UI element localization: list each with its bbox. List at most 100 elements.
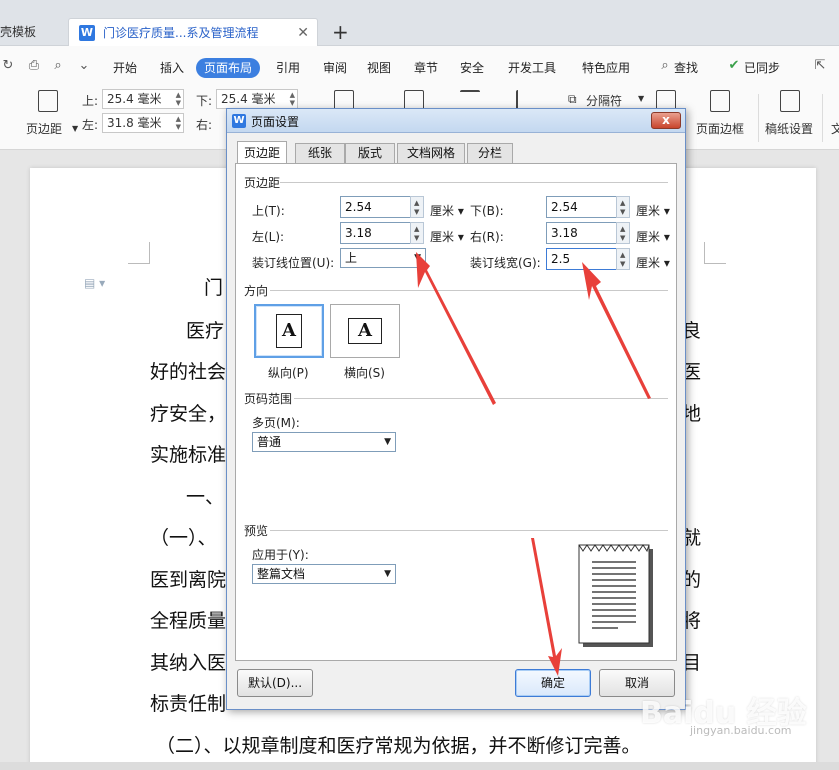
spinner-icon[interactable]: ▲ ▼ <box>176 91 181 107</box>
draft-paper-icon[interactable] <box>780 90 800 112</box>
menu-bar: ↻ ⎙ ⌕ ⌄ 开始 插入 页面布局 引用 审阅 视图 章节 安全 开发工具 特… <box>0 46 839 86</box>
tab-paper[interactable]: 纸张 <box>295 143 345 163</box>
search-button[interactable]: 查找 <box>674 58 698 78</box>
print-preview-icon[interactable]: ⌕ <box>50 58 66 74</box>
ribbon-more-label[interactable]: 文 <box>831 120 839 137</box>
menu-item-insert[interactable]: 插入 <box>160 58 184 78</box>
dialog-title: 页面设置 <box>251 115 300 129</box>
share-icon[interactable]: ⇱ <box>812 58 828 74</box>
doc-line-left: （一）、 <box>150 527 217 549</box>
tab-layout[interactable]: 版式 <box>345 143 395 163</box>
ribbon-bottom-label: 下: <box>196 94 213 108</box>
page-border-button[interactable]: 页面边框 <box>696 120 744 137</box>
ribbon-bottom-value: 25.4 毫米 <box>221 92 276 106</box>
menu-item-page-layout[interactable]: 页面布局 <box>196 58 261 78</box>
portrait-button[interactable]: A <box>254 304 324 358</box>
tab-margins[interactable]: 页边距 <box>237 141 287 164</box>
separator-icon: ⧉ <box>568 92 577 106</box>
top-margin-label: 上(T): <box>252 204 285 218</box>
print-icon[interactable]: ⎙ <box>26 58 42 74</box>
menu-item-special-apps[interactable]: 特色应用 <box>582 58 630 78</box>
landscape-button[interactable]: A <box>330 304 400 358</box>
ribbon-top-label: 上: <box>82 94 99 108</box>
gutter-position-select[interactable]: 上 ▼ <box>340 248 426 268</box>
unit-label[interactable]: 厘米 ▾ <box>636 202 670 219</box>
doc-line-left: 医疗 <box>186 320 225 342</box>
pages-section-title: 页码范围 <box>244 392 293 406</box>
menu-item-chapter[interactable]: 章节 <box>414 58 438 78</box>
menu-item-view[interactable]: 视图 <box>367 58 391 78</box>
ribbon-left-margin-input[interactable]: 31.8 毫米 ▲ ▼ <box>102 113 184 133</box>
doc-line-last: （二）、以规章制度和医疗常规为依据，并不断修订完善。 <box>156 735 641 757</box>
tab-document[interactable]: W 门诊医疗质量...系及管理流程 ✕ <box>68 18 318 46</box>
search-icon[interactable]: ⌕ <box>657 58 673 74</box>
menu-item-review[interactable]: 审阅 <box>323 58 347 78</box>
draft-settings-button[interactable]: 稿纸设置 <box>765 120 813 137</box>
tab-template-label: 壳模板 <box>0 25 37 39</box>
new-tab-button[interactable]: + <box>332 18 349 46</box>
spinner-icon[interactable]: ▲ ▼ <box>616 222 630 244</box>
ribbon-divider <box>758 94 759 142</box>
page-border-icon[interactable] <box>710 90 730 112</box>
bottom-margin-label: 下(B): <box>470 204 504 218</box>
paragraph-icon[interactable]: ▤ ▾ <box>84 276 105 290</box>
multiple-pages-label: 多页(M): <box>252 416 300 430</box>
ok-button[interactable]: 确定 <box>515 669 591 697</box>
unit-text: 厘米 <box>636 230 661 244</box>
spinner-icon[interactable]: ▲ ▼ <box>616 196 630 218</box>
section-divider <box>294 398 668 399</box>
portrait-label[interactable]: 纵向(P) <box>268 364 309 381</box>
ribbon-right-label: 右: <box>196 118 213 132</box>
unit-label[interactable]: 厘米 ▾ <box>636 254 670 271</box>
spinner-icon[interactable]: ▲ ▼ <box>176 115 181 131</box>
default-button[interactable]: 默认(D)... <box>237 669 313 697</box>
tab-document-grid[interactable]: 文档网格 <box>397 143 465 163</box>
gutter-width-label: 装订线宽(G): <box>470 256 541 270</box>
tab-columns[interactable]: 分栏 <box>467 143 513 163</box>
ribbon-bottom-margin-input[interactable]: 25.4 毫米 ▲ ▼ <box>216 89 298 109</box>
chevron-down-icon[interactable]: ▼ <box>72 124 78 133</box>
separator-button[interactable]: 分隔符 <box>586 92 622 109</box>
margins-icon[interactable] <box>38 90 58 112</box>
landscape-label[interactable]: 横向(S) <box>344 364 385 381</box>
menu-item-home[interactable]: 开始 <box>113 58 137 78</box>
chevron-down-icon[interactable]: ⌄ <box>76 58 92 74</box>
menu-item-security[interactable]: 安全 <box>460 58 484 78</box>
multiple-pages-value: 普通 <box>257 435 282 449</box>
close-icon[interactable]: x <box>651 112 681 129</box>
doc-line-left: 疗安全， <box>150 403 227 425</box>
wps-writer-icon: W <box>79 25 95 41</box>
section-divider <box>270 290 668 291</box>
ribbon-top-margin-input[interactable]: 25.4 毫米 ▲ ▼ <box>102 89 184 109</box>
spinner-icon[interactable]: ▲ ▼ <box>616 248 630 270</box>
unit-label[interactable]: 厘米 ▾ <box>636 228 670 245</box>
multiple-pages-select[interactable]: 普通 ▼ <box>252 432 396 452</box>
doc-line-left: 其纳入医 <box>150 652 227 674</box>
crop-mark <box>128 242 150 264</box>
close-icon[interactable]: ✕ <box>297 19 309 47</box>
doc-line-left: 全程质量 <box>150 610 227 632</box>
spinner-icon[interactable]: ▲ ▼ <box>410 196 424 218</box>
sync-status[interactable]: 已同步 <box>744 58 780 78</box>
unit-text: 厘米 <box>430 204 455 218</box>
chevron-down-icon[interactable]: ▼ <box>638 94 644 103</box>
spinner-icon[interactable]: ▲ ▼ <box>410 222 424 244</box>
menu-item-developer[interactable]: 开发工具 <box>508 58 556 78</box>
menu-item-references[interactable]: 引用 <box>276 58 300 78</box>
wps-writer-icon: W <box>232 114 246 128</box>
unit-label[interactable]: 厘米 ▾ <box>430 202 464 219</box>
section-divider <box>270 530 668 531</box>
apply-to-select[interactable]: 整篇文档 ▼ <box>252 564 396 584</box>
unit-label[interactable]: 厘米 ▾ <box>430 228 464 245</box>
sync-icon: ✔ <box>728 58 740 73</box>
baidu-watermark-url: jingyan.baidu.com <box>690 724 792 737</box>
unit-text: 厘米 <box>636 256 661 270</box>
dialog-titlebar[interactable]: W 页面设置 x <box>227 109 685 133</box>
redo-icon[interactable]: ↻ <box>0 58 16 74</box>
tab-template[interactable]: 壳模板 <box>0 18 66 46</box>
page-preview <box>578 544 653 647</box>
spinner-icon[interactable]: ▲ ▼ <box>290 91 295 107</box>
apply-to-value: 整篇文档 <box>257 567 306 581</box>
margins-button[interactable]: 页边距 <box>26 120 62 137</box>
ribbon-divider <box>822 94 823 142</box>
